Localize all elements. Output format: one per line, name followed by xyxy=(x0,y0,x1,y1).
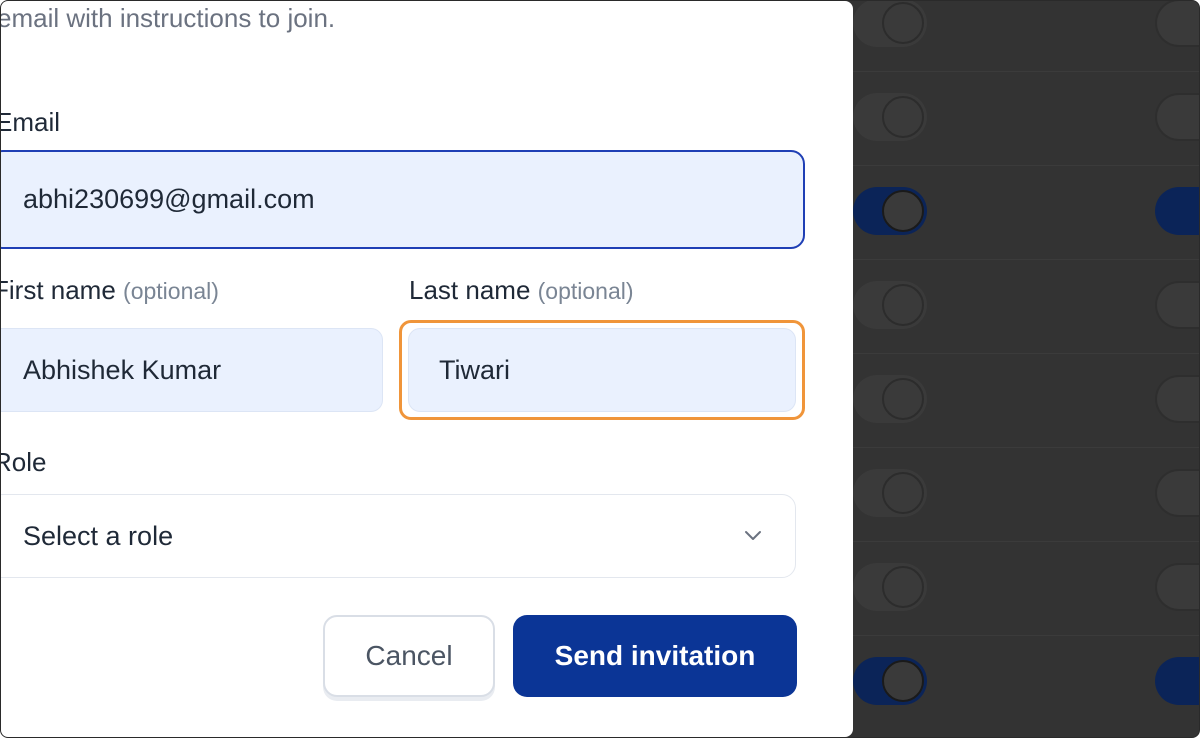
role-select[interactable]: Select a role xyxy=(1,494,796,578)
email-field[interactable]: abhi230699@gmail.com xyxy=(1,150,805,249)
background-toggle xyxy=(1155,469,1199,517)
last-name-label: Last name (optional) xyxy=(409,275,634,306)
background-row-divider xyxy=(853,635,1199,636)
cancel-button[interactable]: Cancel xyxy=(323,615,495,697)
send-invitation-button[interactable]: Send invitation xyxy=(513,615,797,697)
background-toggle-on xyxy=(1155,187,1199,235)
last-name-optional-hint: (optional) xyxy=(537,278,634,304)
background-toggle xyxy=(853,1,927,47)
role-label: Role xyxy=(1,447,47,477)
background-row-divider xyxy=(853,165,1199,166)
background-row-divider xyxy=(853,259,1199,260)
last-name-highlight xyxy=(399,320,805,420)
role-select-value: Select a role xyxy=(23,520,174,551)
background-toggle xyxy=(853,93,927,141)
background-toggle xyxy=(1155,1,1199,47)
first-name-field[interactable]: Abhishek Kumar xyxy=(1,328,383,412)
background-toggle xyxy=(1155,93,1199,141)
app-window: email with instructions to join. Email a… xyxy=(0,0,1200,738)
first-name-optional-hint: (optional) xyxy=(123,278,219,304)
modal-intro-text: email with instructions to join. xyxy=(0,3,336,33)
background-toggle-on xyxy=(853,187,927,235)
background-toggle xyxy=(853,469,927,517)
background-row-divider xyxy=(853,541,1199,542)
invite-member-modal: email with instructions to join. Email a… xyxy=(1,1,853,737)
last-name-label-text: Last name xyxy=(409,275,531,305)
background-toggle xyxy=(1155,563,1199,611)
background-toggle-on xyxy=(853,657,927,705)
chevron-down-icon xyxy=(745,531,761,540)
background-row-divider xyxy=(853,71,1199,72)
first-name-label-text: First name xyxy=(0,275,116,305)
background-toggle xyxy=(853,375,927,423)
background-toggle xyxy=(853,281,927,329)
first-name-label: First name (optional) xyxy=(0,275,219,306)
background-row-divider xyxy=(853,353,1199,354)
background-toggle-on xyxy=(1155,657,1199,705)
background-toggle-list xyxy=(853,1,1199,737)
email-label: Email xyxy=(0,107,61,137)
background-row-divider xyxy=(853,447,1199,448)
background-toggle xyxy=(1155,375,1199,423)
background-toggle xyxy=(853,563,927,611)
background-toggle xyxy=(1155,281,1199,329)
